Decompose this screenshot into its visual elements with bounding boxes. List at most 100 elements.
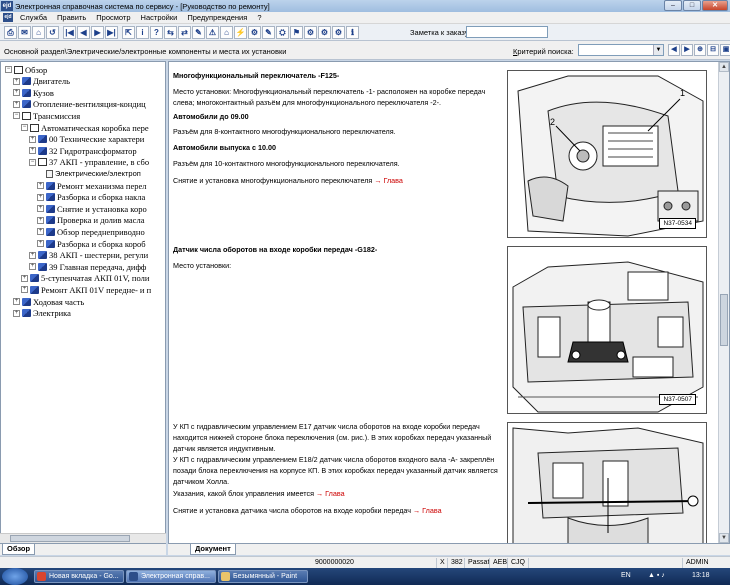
menu-warnings[interactable]: Предупреждения xyxy=(182,12,252,24)
flag-icon[interactable]: ⚑ xyxy=(290,25,303,39)
tab-document[interactable]: Документ xyxy=(190,544,236,555)
tree-item[interactable]: Электрические/электроп xyxy=(37,168,141,179)
tree-item[interactable]: − Обзор xyxy=(5,64,47,75)
window-icon[interactable]: ▣ xyxy=(720,44,730,56)
chapter-link[interactable]: → Глава xyxy=(316,489,345,498)
up-level-icon[interactable]: ⇱ xyxy=(122,25,135,39)
tree-item[interactable]: + Проверка и долив масла xyxy=(37,215,144,226)
tree-item[interactable]: +5-ступенчатая АКП 01V, поли xyxy=(21,273,149,284)
tree-item[interactable]: − Трансмиссия xyxy=(13,110,80,121)
collapse-icon[interactable]: − xyxy=(29,158,36,166)
parts-icon[interactable]: ⛭ xyxy=(276,25,289,39)
last-page-icon[interactable]: ▶| xyxy=(105,25,118,39)
tab-overview[interactable]: Обзор xyxy=(2,544,36,555)
expand-icon[interactable]: + xyxy=(29,251,36,259)
tree-item[interactable]: + Двигатель xyxy=(13,76,70,87)
menu-view[interactable]: Просмотр xyxy=(91,12,135,24)
expand-icon[interactable]: + xyxy=(29,135,36,143)
tree-item[interactable]: +38 АКП - шестерни, регули xyxy=(29,250,148,261)
tree-item[interactable]: − Автоматическая коробка пере xyxy=(21,122,149,133)
tree-item[interactable]: − 37 АКП - управление, в сбо xyxy=(29,157,149,168)
menu-edit[interactable]: Править xyxy=(52,12,91,24)
expand-icon[interactable]: + xyxy=(29,147,36,155)
collapse-icon[interactable]: ⊟ xyxy=(707,44,719,56)
expand-icon[interactable]: + xyxy=(37,205,44,213)
expand-icon[interactable]: + xyxy=(29,263,36,271)
expand-icon[interactable]: + xyxy=(21,286,28,294)
chapter-link[interactable]: → Глава xyxy=(374,176,403,185)
tree-item[interactable]: +32 Гидротрансформатор xyxy=(29,145,137,156)
warning-icon[interactable]: ⚠ xyxy=(206,25,219,39)
language-indicator[interactable]: EN xyxy=(621,572,631,579)
print-icon[interactable]: ⎙ xyxy=(4,25,17,39)
tray-icons[interactable]: ▲ ▪ ♪ xyxy=(648,572,665,579)
menu-service[interactable]: Служба xyxy=(15,12,52,24)
tree-item[interactable]: +00 Технические характери xyxy=(29,134,144,145)
settings-icon[interactable]: ⚙ xyxy=(304,25,317,39)
config-icon[interactable]: ⚙ xyxy=(332,25,345,39)
tree-item[interactable]: + Ремонт АКП 01V передне- и п xyxy=(21,284,151,295)
tree-item[interactable]: +39 Главная передача, дифф xyxy=(29,261,146,272)
scroll-thumb[interactable] xyxy=(10,535,130,542)
mail-icon[interactable]: ✉ xyxy=(18,25,31,39)
tree-item[interactable]: + Разборка и сборка накла xyxy=(37,192,145,203)
next-page-icon[interactable]: ▶ xyxy=(91,25,104,39)
tree-item[interactable]: + Ремонт механизма перел xyxy=(37,180,147,191)
expand-icon[interactable]: + xyxy=(13,309,20,317)
sync-right-icon[interactable]: ⇄ xyxy=(178,25,191,39)
note-icon[interactable]: ✎ xyxy=(192,25,205,39)
previous-page-icon[interactable]: ◀ xyxy=(77,25,90,39)
tree-item[interactable]: + Ходовая часть xyxy=(13,296,84,307)
chevron-down-icon[interactable]: ▼ xyxy=(653,45,663,55)
document-vertical-scrollbar[interactable]: ▲ ▼ xyxy=(718,62,729,543)
tree-horizontal-scrollbar[interactable] xyxy=(0,533,166,543)
scroll-thumb[interactable] xyxy=(720,294,728,346)
clock[interactable]: 13:18 xyxy=(692,572,710,579)
expand-icon[interactable]: + xyxy=(37,182,44,189)
task-browser[interactable]: Новая вкладка - Go... xyxy=(34,570,124,583)
task-service-system[interactable]: Электронная справ... xyxy=(126,570,216,583)
tree-item[interactable]: + Разборка и сборка короб xyxy=(37,238,146,249)
home-icon[interactable]: ⌂ xyxy=(32,25,45,39)
expand-icon[interactable]: + xyxy=(37,240,44,247)
expand-icon[interactable]: + xyxy=(37,228,44,236)
tree-item[interactable]: + Электрика xyxy=(13,308,71,319)
tool-icon[interactable]: ⚙ xyxy=(248,25,261,39)
workshop-icon[interactable]: ⌂ xyxy=(220,25,233,39)
search-back-icon[interactable]: ◀ xyxy=(668,44,680,56)
expand-icon[interactable]: + xyxy=(13,89,20,97)
menu-help[interactable]: ? xyxy=(252,12,266,24)
tree-item[interactable]: + Снятие и установка коро xyxy=(37,203,147,214)
tree-item[interactable]: + Обзор переднеприводно xyxy=(37,226,145,237)
chapter-link[interactable]: → Глава xyxy=(413,506,442,515)
gear-icon[interactable]: ⚙ xyxy=(318,25,331,39)
expand-icon[interactable]: + xyxy=(21,274,28,282)
expand-icon[interactable]: + xyxy=(37,216,44,224)
expand-icon[interactable]: ⊕ xyxy=(694,44,706,56)
maximize-button[interactable]: □ xyxy=(683,0,701,11)
first-page-icon[interactable]: |◀ xyxy=(63,25,76,39)
expand-icon[interactable]: + xyxy=(13,100,20,108)
minimize-button[interactable]: – xyxy=(664,0,682,11)
refresh-icon[interactable]: ↺ xyxy=(46,25,59,39)
collapse-icon[interactable]: − xyxy=(5,66,12,73)
tree-item[interactable]: + Кузов xyxy=(13,87,54,98)
order-note-input[interactable] xyxy=(466,26,548,38)
search-criteria-select[interactable]: ▼ xyxy=(578,44,664,56)
sync-left-icon[interactable]: ⇆ xyxy=(164,25,177,39)
task-paint[interactable]: Безымянный - Paint xyxy=(218,570,308,583)
about-icon[interactable]: ℹ xyxy=(346,25,359,39)
search-forward-icon[interactable]: ▶ xyxy=(681,44,693,56)
scroll-up-icon[interactable]: ▲ xyxy=(719,62,729,72)
start-button[interactable] xyxy=(2,568,28,585)
menu-settings[interactable]: Настройки xyxy=(136,12,183,24)
scroll-down-icon[interactable]: ▼ xyxy=(719,533,729,543)
expand-icon[interactable]: + xyxy=(13,298,20,305)
collapse-icon[interactable]: − xyxy=(13,112,20,120)
edit-icon[interactable]: ✎ xyxy=(262,25,275,39)
expand-icon[interactable]: + xyxy=(13,77,20,85)
electric-icon[interactable]: ⚡ xyxy=(234,25,247,39)
tree-item[interactable]: + Отопление-вентиляция-кондиц xyxy=(13,99,146,110)
help-icon[interactable]: ? xyxy=(150,25,163,39)
expand-icon[interactable]: + xyxy=(37,193,44,201)
